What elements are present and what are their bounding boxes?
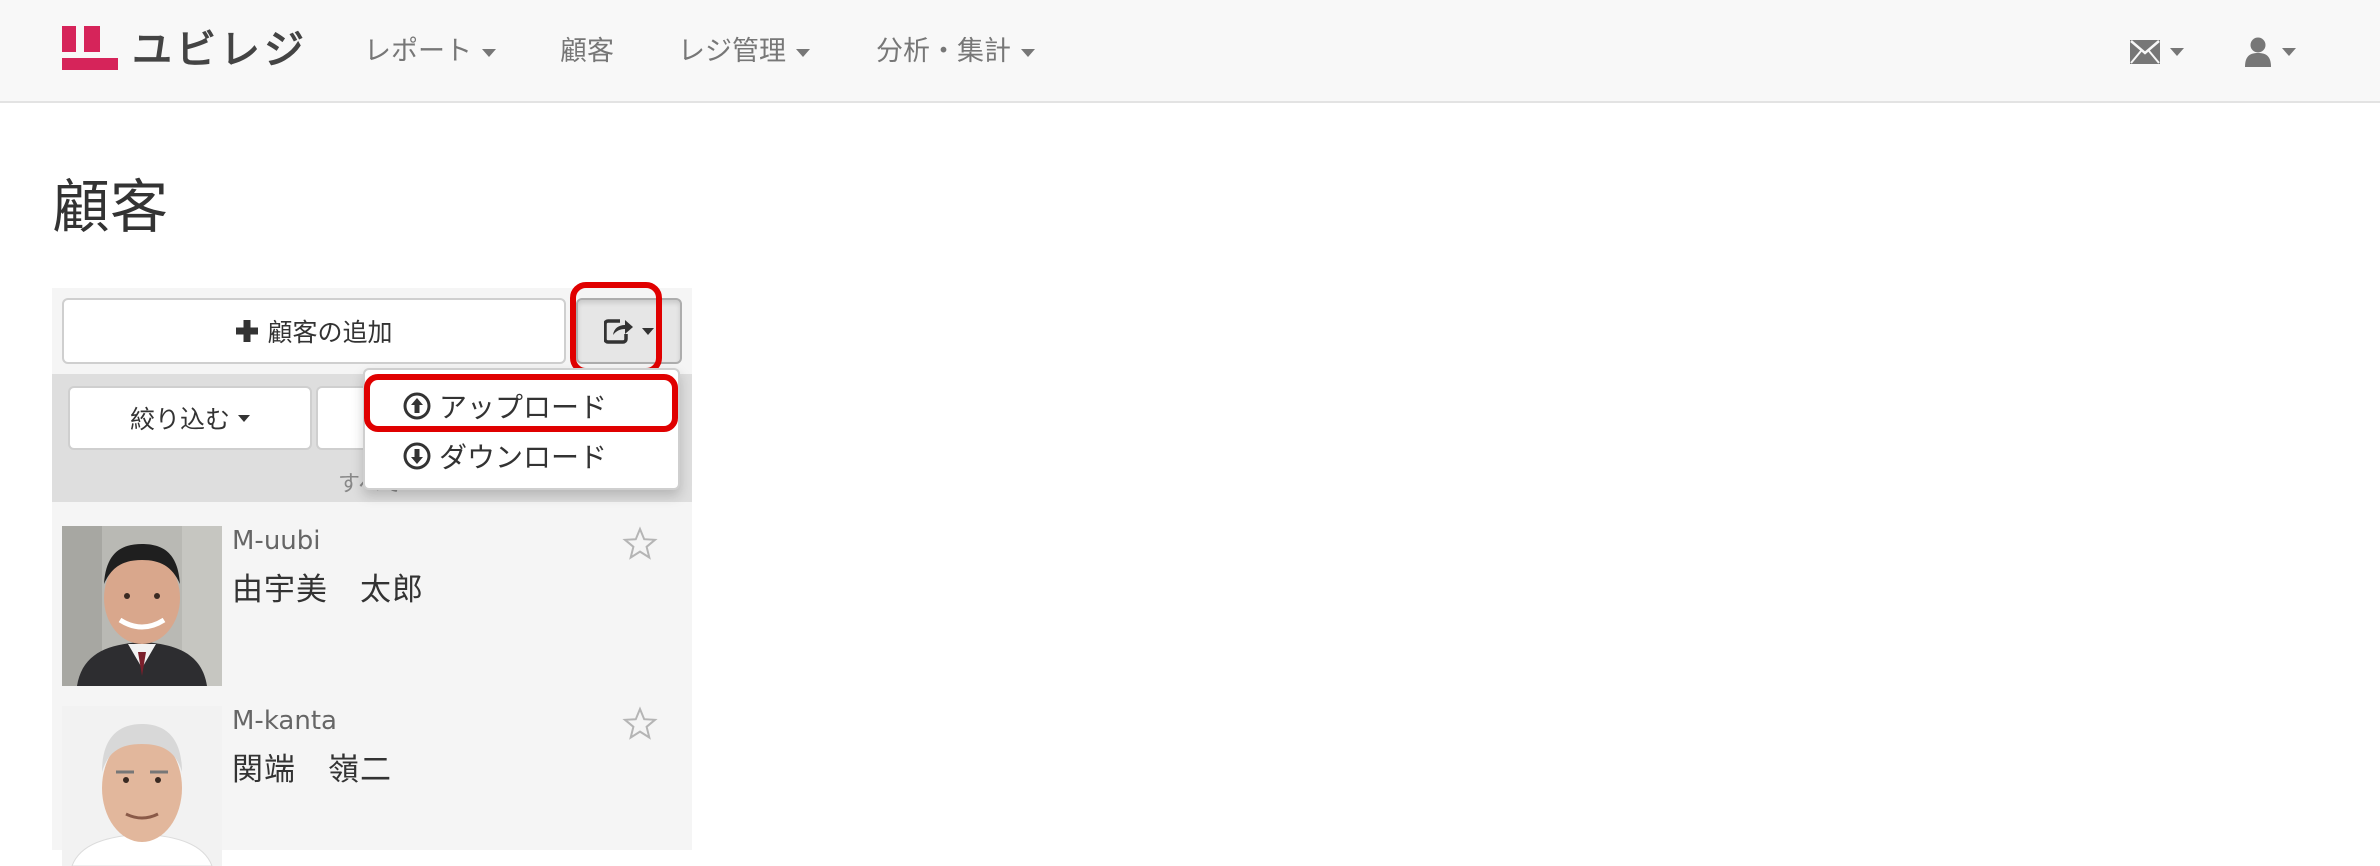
download-menu-item[interactable]: ダウンロード xyxy=(365,432,678,480)
brand-logo[interactable]: ユビレジ xyxy=(60,20,308,73)
add-customer-button[interactable]: 顧客の追加 xyxy=(62,298,566,364)
customer-name: 由宇美 太郎 xyxy=(232,572,424,608)
caret-down-icon xyxy=(1021,48,1035,57)
top-navbar: ユビレジ レポート 顧客 レジ管理 分析・集計 xyxy=(0,0,2380,103)
customer-id: M-kanta xyxy=(232,706,337,736)
customer-name: 関端 嶺二 xyxy=(232,752,392,788)
caret-down-icon xyxy=(2282,48,2296,56)
customer-photo xyxy=(62,526,222,686)
envelope-icon xyxy=(2130,40,2160,64)
caret-down-icon xyxy=(642,327,654,335)
caret-down-icon xyxy=(2170,48,2184,56)
nav-analytics[interactable]: 分析・集計 xyxy=(876,30,1035,74)
user-icon xyxy=(2245,37,2271,67)
upload-circle-icon xyxy=(403,392,431,420)
nav-register-management[interactable]: レジ管理 xyxy=(678,30,810,74)
nav-customers[interactable]: 顧客 xyxy=(560,30,614,74)
messages-menu[interactable] xyxy=(2130,30,2184,74)
share-icon xyxy=(604,319,633,344)
caret-down-icon xyxy=(238,414,250,422)
customer-photo xyxy=(62,706,222,866)
customer-list-item[interactable]: M-uubi 由宇美 太郎 xyxy=(62,526,692,686)
export-menu-button[interactable] xyxy=(576,298,682,364)
nav-report[interactable]: レポート xyxy=(364,30,496,74)
export-dropdown-menu: アップロード ダウンロード xyxy=(363,368,680,490)
logo-text: ユビレジ xyxy=(132,27,308,73)
logo-mark-icon xyxy=(60,20,118,72)
star-icon[interactable] xyxy=(622,706,658,742)
upload-menu-item[interactable]: アップロード xyxy=(365,382,678,430)
user-menu[interactable] xyxy=(2244,30,2296,74)
download-circle-icon xyxy=(403,442,431,470)
page-title: 顧客 xyxy=(52,173,169,241)
star-icon[interactable] xyxy=(622,526,658,562)
customer-id: M-uubi xyxy=(232,526,321,556)
caret-down-icon xyxy=(482,48,496,57)
customer-list-item[interactable]: M-kanta 関端 嶺二 xyxy=(62,706,692,866)
filter-button[interactable]: 絞り込む xyxy=(68,386,312,450)
plus-icon xyxy=(236,320,259,342)
caret-down-icon xyxy=(796,48,810,57)
